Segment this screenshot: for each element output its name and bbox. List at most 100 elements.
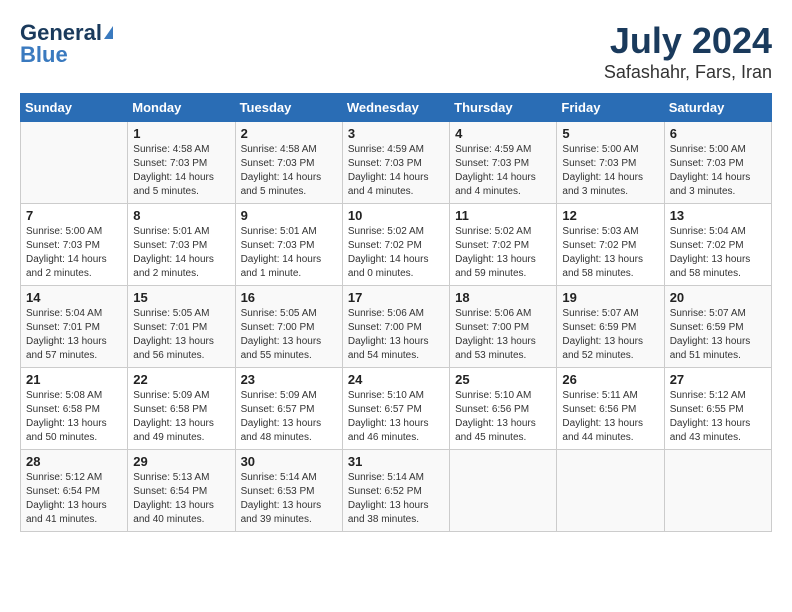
- table-row: 11 Sunrise: 5:02 AMSunset: 7:02 PMDayligh…: [450, 204, 557, 286]
- day-info: Sunrise: 5:10 AMSunset: 6:57 PMDaylight:…: [348, 389, 444, 445]
- header-sunday: Sunday: [21, 94, 128, 122]
- table-row: 13 Sunrise: 5:04 AMSunset: 7:02 PMDayligh…: [664, 204, 771, 286]
- day-number: 12: [562, 208, 658, 223]
- day-number: 10: [348, 208, 444, 223]
- day-number: 11: [455, 208, 551, 223]
- day-number: 27: [670, 372, 766, 387]
- logo-triangle-icon: [104, 26, 113, 39]
- table-row: 16 Sunrise: 5:05 AMSunset: 7:00 PMDayligh…: [235, 286, 342, 368]
- day-number: 16: [241, 290, 337, 305]
- calendar-week-row: 21 Sunrise: 5:08 AMSunset: 6:58 PMDayligh…: [21, 368, 772, 450]
- day-info: Sunrise: 5:10 AMSunset: 6:56 PMDaylight:…: [455, 389, 551, 445]
- day-number: 29: [133, 454, 229, 469]
- table-row: 17 Sunrise: 5:06 AMSunset: 7:00 PMDayligh…: [342, 286, 449, 368]
- header-saturday: Saturday: [664, 94, 771, 122]
- table-row: 5 Sunrise: 5:00 AMSunset: 7:03 PMDaylight…: [557, 122, 664, 204]
- table-row: [557, 450, 664, 532]
- calendar-week-row: 7Sunrise: 5:00 AMSunset: 7:03 PMDaylight…: [21, 204, 772, 286]
- day-number: 20: [670, 290, 766, 305]
- table-row: 27 Sunrise: 5:12 AMSunset: 6:55 PMDayligh…: [664, 368, 771, 450]
- day-info: Sunrise: 5:04 AMSunset: 7:02 PMDaylight:…: [670, 225, 766, 281]
- day-info: Sunrise: 5:12 AMSunset: 6:54 PMDaylight:…: [26, 471, 122, 527]
- calendar-week-row: 14 Sunrise: 5:04 AMSunset: 7:01 PMDayligh…: [21, 286, 772, 368]
- calendar-title: July 2024: [604, 20, 772, 62]
- header-thursday: Thursday: [450, 94, 557, 122]
- calendar-subtitle: Safashahr, Fars, Iran: [604, 62, 772, 83]
- day-info: Sunrise: 5:09 AMSunset: 6:58 PMDaylight:…: [133, 389, 229, 445]
- day-number: 3: [348, 126, 444, 141]
- header-monday: Monday: [128, 94, 235, 122]
- day-info: Sunrise: 5:09 AMSunset: 6:57 PMDaylight:…: [241, 389, 337, 445]
- day-info: Sunrise: 5:08 AMSunset: 6:58 PMDaylight:…: [26, 389, 122, 445]
- day-number: 22: [133, 372, 229, 387]
- title-block: July 2024 Safashahr, Fars, Iran: [604, 20, 772, 83]
- day-info: Sunrise: 4:58 AMSunset: 7:03 PMDaylight:…: [133, 143, 229, 199]
- day-info: Sunrise: 5:06 AMSunset: 7:00 PMDaylight:…: [348, 307, 444, 363]
- table-row: 1 Sunrise: 4:58 AMSunset: 7:03 PMDaylight…: [128, 122, 235, 204]
- day-number: 9: [241, 208, 337, 223]
- day-info: Sunrise: 5:07 AMSunset: 6:59 PMDaylight:…: [562, 307, 658, 363]
- table-row: 8 Sunrise: 5:01 AMSunset: 7:03 PMDaylight…: [128, 204, 235, 286]
- day-number: 25: [455, 372, 551, 387]
- table-row: 23 Sunrise: 5:09 AMSunset: 6:57 PMDayligh…: [235, 368, 342, 450]
- table-row: 10Sunrise: 5:02 AMSunset: 7:02 PMDayligh…: [342, 204, 449, 286]
- day-info: Sunrise: 4:59 AMSunset: 7:03 PMDaylight:…: [348, 143, 444, 199]
- header-friday: Friday: [557, 94, 664, 122]
- logo-blue: Blue: [20, 42, 68, 68]
- day-number: 26: [562, 372, 658, 387]
- calendar-header-row: Sunday Monday Tuesday Wednesday Thursday…: [21, 94, 772, 122]
- calendar-week-row: 1 Sunrise: 4:58 AMSunset: 7:03 PMDaylight…: [21, 122, 772, 204]
- day-number: 24: [348, 372, 444, 387]
- day-number: 31: [348, 454, 444, 469]
- table-row: [450, 450, 557, 532]
- day-info: Sunrise: 5:05 AMSunset: 7:00 PMDaylight:…: [241, 307, 337, 363]
- day-info: Sunrise: 5:14 AMSunset: 6:53 PMDaylight:…: [241, 471, 337, 527]
- table-row: 22 Sunrise: 5:09 AMSunset: 6:58 PMDayligh…: [128, 368, 235, 450]
- day-info: Sunrise: 5:11 AMSunset: 6:56 PMDaylight:…: [562, 389, 658, 445]
- day-number: 15: [133, 290, 229, 305]
- table-row: 31Sunrise: 5:14 AMSunset: 6:52 PMDayligh…: [342, 450, 449, 532]
- day-number: 6: [670, 126, 766, 141]
- day-number: 19: [562, 290, 658, 305]
- day-number: 5: [562, 126, 658, 141]
- table-row: 12Sunrise: 5:03 AMSunset: 7:02 PMDayligh…: [557, 204, 664, 286]
- day-number: 23: [241, 372, 337, 387]
- day-number: 7: [26, 208, 122, 223]
- table-row: 29 Sunrise: 5:13 AMSunset: 6:54 PMDayligh…: [128, 450, 235, 532]
- day-info: Sunrise: 4:58 AMSunset: 7:03 PMDaylight:…: [241, 143, 337, 199]
- day-number: 14: [26, 290, 122, 305]
- calendar-week-row: 28 Sunrise: 5:12 AMSunset: 6:54 PMDayligh…: [21, 450, 772, 532]
- day-number: 2: [241, 126, 337, 141]
- day-info: Sunrise: 5:00 AMSunset: 7:03 PMDaylight:…: [670, 143, 766, 199]
- table-row: 25 Sunrise: 5:10 AMSunset: 6:56 PMDayligh…: [450, 368, 557, 450]
- table-row: 9 Sunrise: 5:01 AMSunset: 7:03 PMDaylight…: [235, 204, 342, 286]
- table-row: 7Sunrise: 5:00 AMSunset: 7:03 PMDaylight…: [21, 204, 128, 286]
- day-number: 30: [241, 454, 337, 469]
- page-header: General Blue July 2024 Safashahr, Fars, …: [20, 20, 772, 83]
- day-number: 13: [670, 208, 766, 223]
- day-info: Sunrise: 5:13 AMSunset: 6:54 PMDaylight:…: [133, 471, 229, 527]
- day-info: Sunrise: 5:02 AMSunset: 7:02 PMDaylight:…: [455, 225, 551, 281]
- day-number: 1: [133, 126, 229, 141]
- day-info: Sunrise: 5:01 AMSunset: 7:03 PMDaylight:…: [133, 225, 229, 281]
- table-row: 3 Sunrise: 4:59 AMSunset: 7:03 PMDaylight…: [342, 122, 449, 204]
- header-tuesday: Tuesday: [235, 94, 342, 122]
- table-row: 26 Sunrise: 5:11 AMSunset: 6:56 PMDayligh…: [557, 368, 664, 450]
- day-info: Sunrise: 5:00 AMSunset: 7:03 PMDaylight:…: [562, 143, 658, 199]
- table-row: [664, 450, 771, 532]
- table-row: 14 Sunrise: 5:04 AMSunset: 7:01 PMDayligh…: [21, 286, 128, 368]
- day-info: Sunrise: 5:12 AMSunset: 6:55 PMDaylight:…: [670, 389, 766, 445]
- table-row: 18Sunrise: 5:06 AMSunset: 7:00 PMDayligh…: [450, 286, 557, 368]
- table-row: 4Sunrise: 4:59 AMSunset: 7:03 PMDaylight…: [450, 122, 557, 204]
- day-number: 21: [26, 372, 122, 387]
- day-number: 17: [348, 290, 444, 305]
- table-row: 30 Sunrise: 5:14 AMSunset: 6:53 PMDayligh…: [235, 450, 342, 532]
- day-number: 4: [455, 126, 551, 141]
- day-number: 28: [26, 454, 122, 469]
- day-info: Sunrise: 5:04 AMSunset: 7:01 PMDaylight:…: [26, 307, 122, 363]
- day-info: Sunrise: 5:01 AMSunset: 7:03 PMDaylight:…: [241, 225, 337, 281]
- day-number: 8: [133, 208, 229, 223]
- logo: General Blue: [20, 20, 113, 68]
- day-info: Sunrise: 5:07 AMSunset: 6:59 PMDaylight:…: [670, 307, 766, 363]
- table-row: 2 Sunrise: 4:58 AMSunset: 7:03 PMDaylight…: [235, 122, 342, 204]
